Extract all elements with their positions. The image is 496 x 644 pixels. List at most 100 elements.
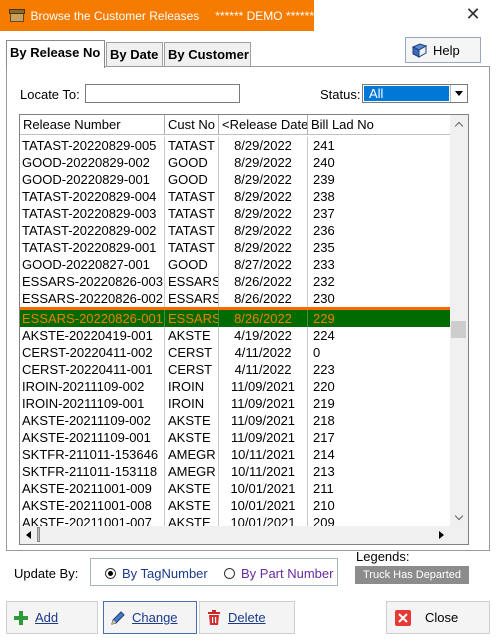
table-cell-cust: TATAST [165,137,219,154]
trash-icon [206,609,222,626]
delete-button[interactable]: Delete [199,601,295,634]
table-cell-release: SKTFR-211011-153646 [20,446,165,463]
table-cell-release: ESSARS-20220826-002 [20,290,165,307]
radio-selected-icon [105,568,116,579]
window-close-button[interactable]: ✕ [450,0,496,31]
table-cell-release: GOOD-20220827-001 [20,256,165,273]
radio-by-part-number[interactable]: By Part Number [224,566,333,581]
close-label: Close [425,610,459,625]
tab-by-date[interactable]: By Date [106,42,163,67]
table-row[interactable]: GOOD-20220827-001 GOOD 8/27/2022 233 [20,256,450,273]
help-button[interactable]: Help [405,37,481,63]
table-cell-cust: TATAST [165,188,219,205]
column-header-release-number[interactable]: Release Number [20,115,165,135]
column-header-cust-no[interactable]: Cust No [165,115,219,135]
table-cell-release: AKSTE-20211001-008 [20,497,165,514]
table-cell-cust: AMEGR [165,446,219,463]
table-cell-bill: 220 [313,379,335,394]
table-row[interactable]: SKTFR-211011-153646 AMEGR 10/11/2021 214 [20,446,450,463]
table-cell-cust: AMEGR [165,463,219,480]
table-cell-cust: GOOD [165,154,219,171]
table-row[interactable]: AKSTE-20211109-002 AKSTE 11/09/2021 218 [20,412,450,429]
radio-by-part-number-label: By Part Number [241,566,334,581]
chevron-down-icon[interactable] [450,85,467,102]
table-cell-date: 4/11/2022 [219,344,308,361]
releases-grid[interactable]: Release Number Cust No <Release Date Bil… [19,114,469,545]
table-row[interactable]: AKSTE-20220419-001 AKSTE 4/19/2022 224 [20,327,450,344]
table-row[interactable]: ESSARS-20220826-002 ESSARS 8/26/2022 230 [20,290,450,307]
add-label: Add [35,610,59,625]
table-row[interactable]: SKTFR-211011-153118 AMEGR 10/11/2021 213 [20,463,450,480]
scroll-up-icon[interactable] [450,115,468,132]
table-row[interactable]: GOOD-20220829-001 GOOD 8/29/2022 239 [20,171,450,188]
table-cell-cust: CERST [165,344,219,361]
status-dropdown[interactable]: All [362,84,468,103]
change-button[interactable]: Change [103,601,197,634]
table-row[interactable]: CERST-20220411-001 CERST 4/11/2022 223 [20,361,450,378]
table-row[interactable]: ESSARS-20220826-001 ESSARS 8/26/2022 229 [20,310,450,327]
table-cell-release: GOOD-20220829-002 [20,154,165,171]
table-row[interactable]: GOOD-20220829-002 GOOD 8/29/2022 240 [20,154,450,171]
tab-by-release-no[interactable]: By Release No [6,40,105,68]
horizontal-scrollbar[interactable] [20,526,450,544]
table-cell-cust: TATAST [165,205,219,222]
table-row[interactable]: IROIN-20211109-002 IROIN 11/09/2021 220 [20,378,450,395]
change-label: Change [132,610,178,625]
table-cell-release: AKSTE-20211001-009 [20,480,165,497]
table-row[interactable]: AKSTE-20211109-001 AKSTE 11/09/2021 217 [20,429,450,446]
delete-label: Delete [228,610,266,625]
table-cell-date: 4/11/2022 [219,361,308,378]
locate-input[interactable] [85,84,240,103]
radio-by-tagnumber-label: By TagNumber [122,566,208,581]
scroll-left-icon[interactable] [20,526,37,544]
table-row[interactable]: TATAST-20220829-003 TATAST 8/29/2022 237 [20,205,450,222]
radio-unselected-icon [224,568,235,579]
table-cell-bill: 224 [313,328,335,343]
horizontal-scroll-thumb[interactable] [37,527,40,542]
table-row[interactable]: CERST-20220411-002 CERST 4/11/2022 0 [20,344,450,361]
column-header-bill-lad-no[interactable]: Bill Lad No [308,115,450,135]
radio-by-tagnumber[interactable]: By TagNumber [105,566,208,581]
table-cell-date: 8/26/2022 [219,310,308,327]
table-row[interactable]: TATAST-20220829-004 TATAST 8/29/2022 238 [20,188,450,205]
table-cell-cust: TATAST [165,222,219,239]
table-row[interactable]: TATAST-20220829-005 TATAST 8/29/2022 241 [20,137,450,154]
table-cell-bill: 233 [313,257,335,272]
table-row[interactable]: IROIN-20211109-001 IROIN 11/09/2021 219 [20,395,450,412]
tab-by-customer[interactable]: By Customer [164,42,251,67]
table-cell-date: 10/01/2021 [219,497,308,514]
table-cell-cust: GOOD [165,256,219,273]
table-cell-release: AKSTE-20211109-002 [20,412,165,429]
table-row[interactable]: ESSARS-20220826-003 ESSARS 8/26/2022 232 [20,273,450,290]
pencil-icon [110,610,126,626]
table-row[interactable]: TATAST-20220829-002 TATAST 8/29/2022 236 [20,222,450,239]
table-cell-bill: 239 [313,172,335,187]
table-cell-date: 8/29/2022 [219,188,308,205]
table-cell-bill: 219 [313,396,335,411]
vertical-scroll-thumb[interactable] [451,321,466,338]
table-row[interactable]: AKSTE-20211001-009 AKSTE 10/01/2021 211 [20,480,450,497]
table-cell-release: SKTFR-211011-153118 [20,463,165,480]
close-button[interactable]: Close [386,601,490,634]
scroll-right-icon[interactable] [433,526,450,544]
table-row[interactable]: AKSTE-20211001-008 AKSTE 10/01/2021 210 [20,497,450,514]
table-cell-date: 8/29/2022 [219,239,308,256]
table-cell-release: GOOD-20220829-001 [20,171,165,188]
column-header-release-date[interactable]: <Release Date [219,115,308,135]
table-cell-release: TATAST-20220829-005 [20,137,165,154]
table-cell-bill: 211 [313,481,334,496]
table-cell-cust: CERST [165,361,219,378]
table-cell-date: 10/01/2021 [219,480,308,497]
table-cell-release: TATAST-20220829-004 [20,188,165,205]
vertical-scrollbar[interactable] [450,115,468,526]
demo-badge: ****** DEMO ****** [215,8,314,23]
table-cell-bill: 217 [313,430,335,445]
table-cell-cust: IROIN [165,395,219,412]
table-cell-bill: 235 [313,240,335,255]
table-cell-release: CERST-20220411-002 [20,344,165,361]
add-button[interactable]: Add [6,601,98,634]
table-cell-date: 8/26/2022 [219,273,308,290]
scroll-down-icon[interactable] [450,509,468,526]
table-row[interactable]: TATAST-20220829-001 TATAST 8/29/2022 235 [20,239,450,256]
scroll-corner [450,526,468,544]
